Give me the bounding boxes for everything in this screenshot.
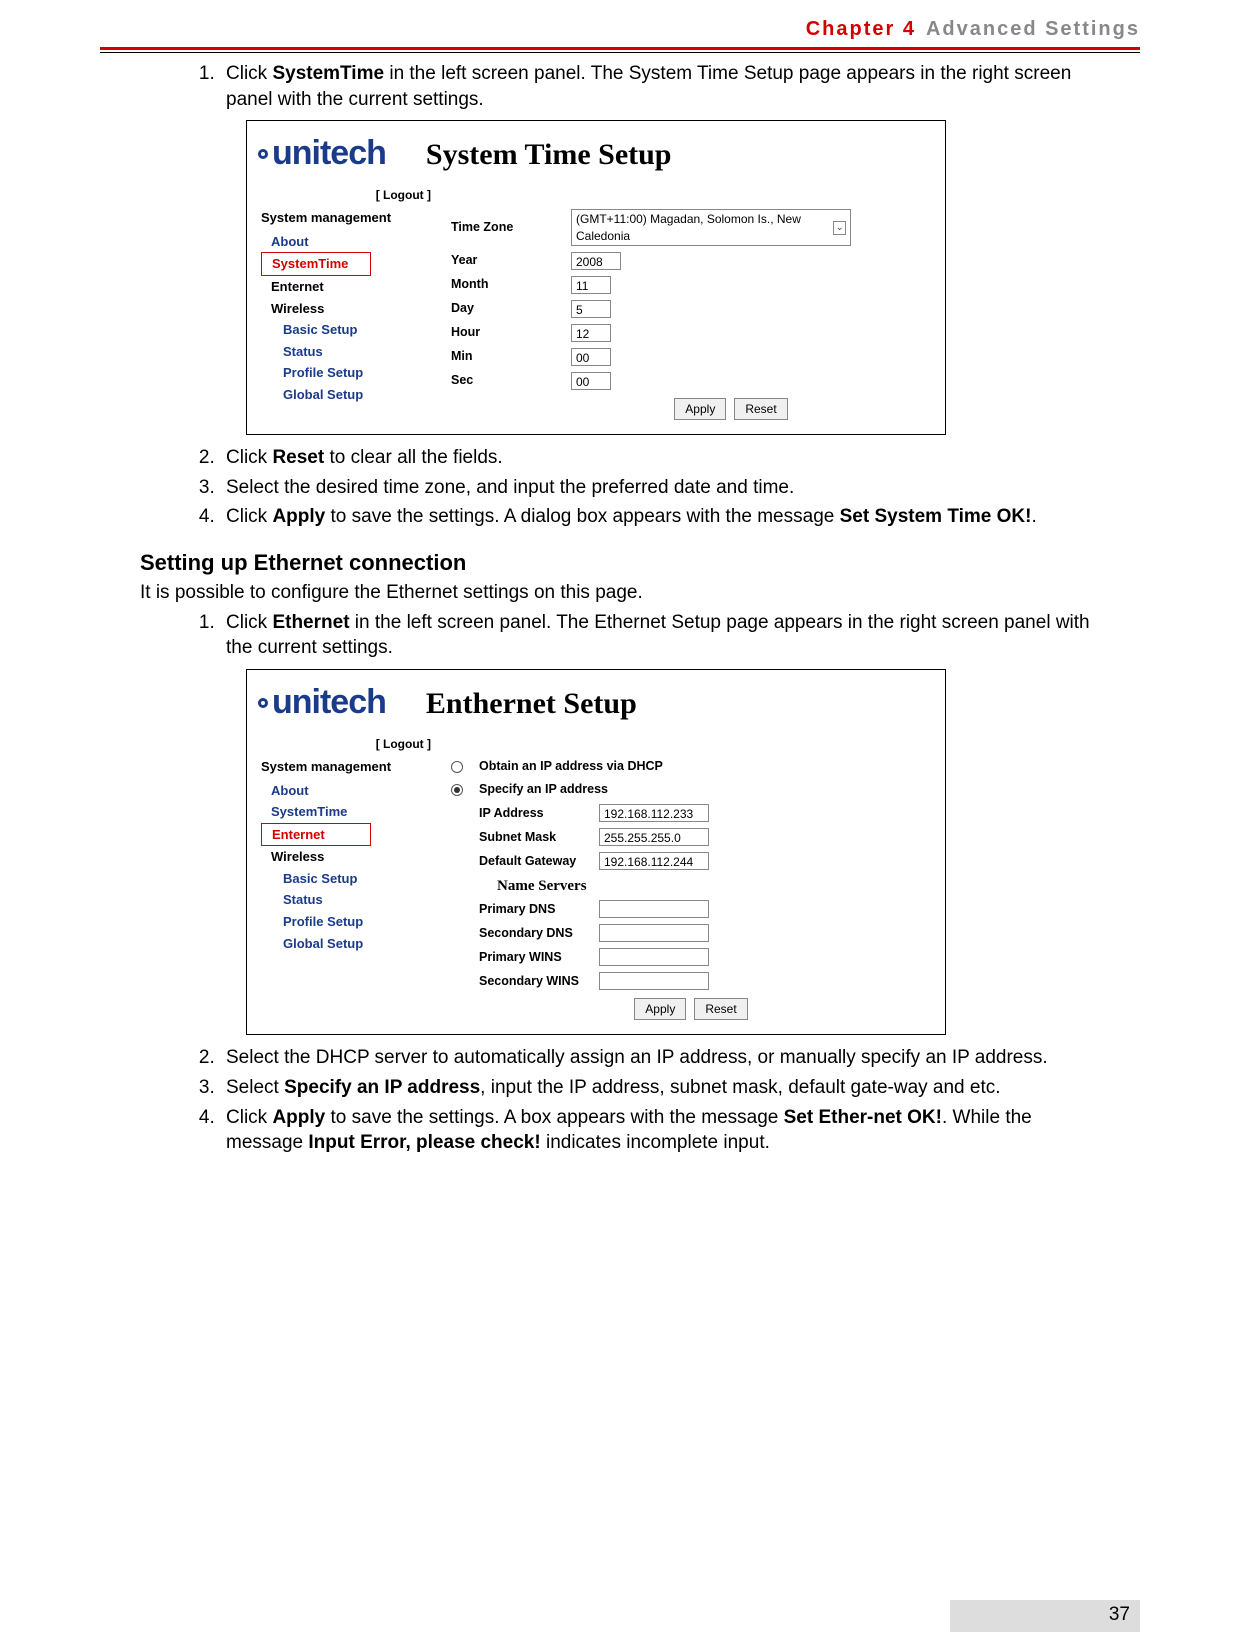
logout-link[interactable]: [ Logout ] xyxy=(261,736,431,752)
nav-basic-setup[interactable]: Basic Setup xyxy=(261,868,421,890)
thin-rule xyxy=(100,52,1140,53)
nav-global-setup[interactable]: Global Setup xyxy=(261,384,421,406)
month-input[interactable]: 11 xyxy=(571,276,611,294)
apply-button[interactable]: Apply xyxy=(634,998,686,1020)
nav-profile-setup[interactable]: Profile Setup xyxy=(261,362,421,384)
nav-status[interactable]: Status xyxy=(261,889,421,911)
pwins-input[interactable] xyxy=(599,948,709,966)
timezone-label: Time Zone xyxy=(451,219,561,236)
nav-about[interactable]: About xyxy=(261,780,421,802)
nav-header: System management xyxy=(261,758,421,776)
reset-button[interactable]: Reset xyxy=(694,998,747,1020)
nav-profile-setup[interactable]: Profile Setup xyxy=(261,911,421,933)
sdns-label: Secondary DNS xyxy=(479,925,589,942)
radio-static-label: Specify an IP address xyxy=(479,781,608,798)
sec-input[interactable]: 00 xyxy=(571,372,611,390)
timezone-select[interactable]: (GMT+11:00) Magadan, Solomon Is., New Ca… xyxy=(571,209,851,245)
page-number: 37 xyxy=(1109,1604,1130,1626)
nav-systemtime[interactable]: SystemTime xyxy=(261,801,421,823)
swins-label: Secondary WINS xyxy=(479,973,589,990)
section1-steps: Click SystemTime in the left screen pane… xyxy=(140,61,1110,530)
ip-label: IP Address xyxy=(479,805,589,822)
header-chapter: Chapter 4 xyxy=(806,18,916,41)
nav-about[interactable]: About xyxy=(261,231,421,253)
hour-label: Hour xyxy=(451,324,561,341)
day-label: Day xyxy=(451,300,561,317)
reset-button[interactable]: Reset xyxy=(734,398,787,420)
pdns-input[interactable] xyxy=(599,900,709,918)
screenshot-title: System Time Setup xyxy=(426,135,672,176)
chevron-down-icon: ⌄ xyxy=(833,221,846,235)
month-label: Month xyxy=(451,276,561,293)
step-item: Select Specify an IP address, input the … xyxy=(220,1075,1110,1101)
step-item: Click SystemTime in the left screen pane… xyxy=(220,61,1110,435)
nav-wireless[interactable]: Wireless xyxy=(261,298,421,320)
gw-input[interactable]: 192.168.112.244 xyxy=(599,852,709,870)
section2-intro: It is possible to configure the Ethernet… xyxy=(140,582,1110,604)
apply-button[interactable]: Apply xyxy=(674,398,726,420)
min-input[interactable]: 00 xyxy=(571,348,611,366)
nav-status[interactable]: Status xyxy=(261,341,421,363)
year-label: Year xyxy=(451,252,561,269)
header-title: Advanced Settings xyxy=(926,18,1140,41)
nav-enternet[interactable]: Enternet xyxy=(261,823,371,847)
nav-wireless[interactable]: Wireless xyxy=(261,846,421,868)
nav-enternet[interactable]: Enternet xyxy=(261,276,421,298)
brand-logo: unitech xyxy=(261,680,386,726)
radio-static[interactable] xyxy=(451,784,463,796)
nav-basic-setup[interactable]: Basic Setup xyxy=(261,319,421,341)
swins-input[interactable] xyxy=(599,972,709,990)
sdns-input[interactable] xyxy=(599,924,709,942)
brand-logo: unitech xyxy=(261,131,386,177)
radio-dhcp-label: Obtain an IP address via DHCP xyxy=(479,758,663,775)
gw-label: Default Gateway xyxy=(479,853,589,870)
red-rule xyxy=(100,47,1140,50)
screenshot-system-time: unitech System Time Setup [ Logout ] Sys… xyxy=(246,120,946,435)
step-item: Select the DHCP server to automatically … xyxy=(220,1045,1110,1071)
min-label: Min xyxy=(451,348,561,365)
ip-input[interactable]: 192.168.112.233 xyxy=(599,804,709,822)
step-item: Click Apply to save the settings. A dial… xyxy=(220,504,1110,530)
nav-header: System management xyxy=(261,209,421,227)
nav-systemtime[interactable]: SystemTime xyxy=(261,252,371,276)
screenshot-ethernet: unitech Enthernet Setup [ Logout ] Syste… xyxy=(246,669,946,1035)
step-item: Select the desired time zone, and input … xyxy=(220,475,1110,501)
year-input[interactable]: 2008 xyxy=(571,252,621,270)
radio-dhcp[interactable] xyxy=(451,761,463,773)
step-item: Click Reset to clear all the fields. xyxy=(220,445,1110,471)
step-item: Click Ethernet in the left screen panel.… xyxy=(220,610,1110,1036)
mask-input[interactable]: 255.255.255.0 xyxy=(599,828,709,846)
sec-label: Sec xyxy=(451,372,561,389)
section2-heading: Setting up Ethernet connection xyxy=(140,550,1110,576)
name-servers-header: Name Servers xyxy=(497,876,931,896)
day-input[interactable]: 5 xyxy=(571,300,611,318)
pdns-label: Primary DNS xyxy=(479,901,589,918)
nav-global-setup[interactable]: Global Setup xyxy=(261,933,421,955)
hour-input[interactable]: 12 xyxy=(571,324,611,342)
step-item: Click Apply to save the settings. A box … xyxy=(220,1105,1110,1156)
mask-label: Subnet Mask xyxy=(479,829,589,846)
logout-link[interactable]: [ Logout ] xyxy=(261,187,431,203)
screenshot-title: Enthernet Setup xyxy=(426,684,637,725)
section2-steps: Click Ethernet in the left screen panel.… xyxy=(140,610,1110,1156)
pwins-label: Primary WINS xyxy=(479,949,589,966)
